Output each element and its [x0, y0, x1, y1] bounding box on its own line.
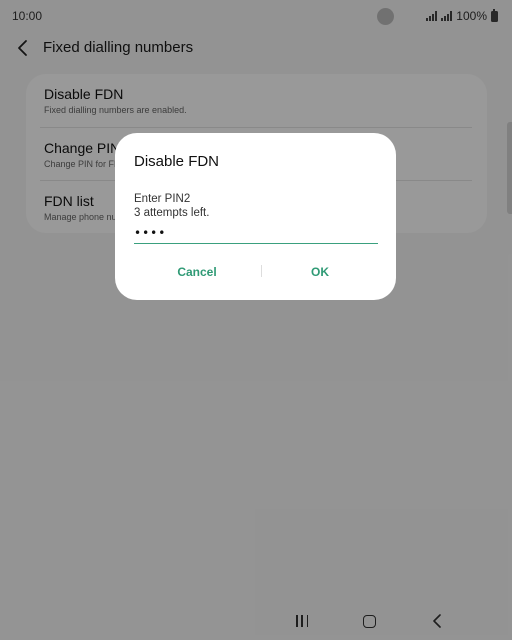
disable-fdn-dialog: Disable FDN Enter PIN2 3 attempts left. …	[115, 133, 396, 300]
dialog-scrim[interactable]	[0, 0, 512, 640]
pin-label: Enter PIN2	[134, 193, 191, 205]
pin2-input[interactable]	[134, 222, 378, 244]
cancel-button[interactable]: Cancel	[147, 257, 247, 287]
ok-button[interactable]: OK	[270, 257, 370, 287]
button-divider	[261, 265, 262, 277]
dialog-title: Disable FDN	[134, 153, 220, 170]
attempts-hint: 3 attempts left.	[134, 207, 210, 219]
